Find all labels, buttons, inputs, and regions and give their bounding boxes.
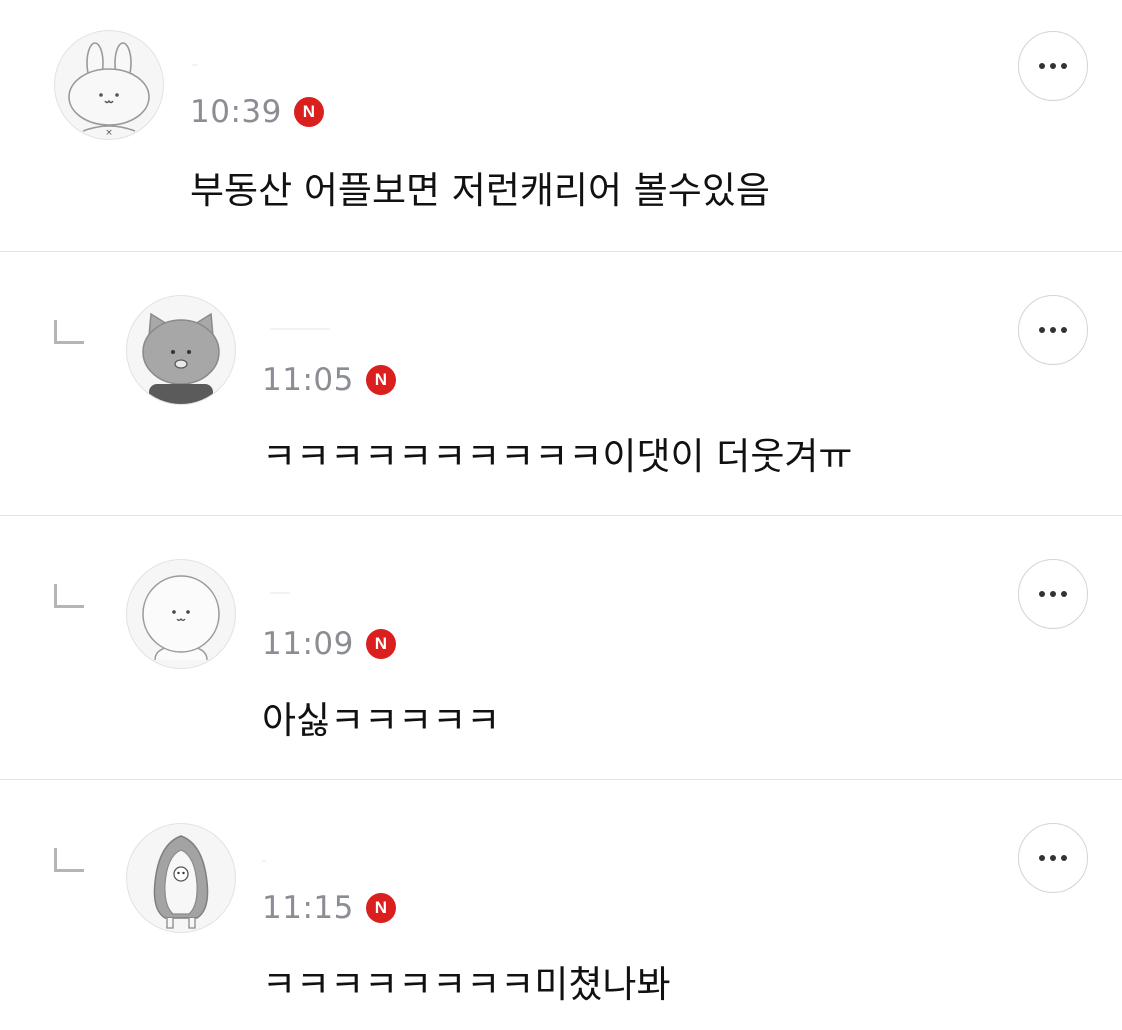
reply-arrow-icon [54,320,84,344]
comment-time: 11:15 [262,890,354,926]
comment-time: 11:09 [262,626,354,662]
nickname [262,860,266,862]
blob-avatar[interactable] [126,559,236,669]
nickname [192,64,198,66]
comment-item: 11:05 N ㅋㅋㅋㅋㅋㅋㅋㅋㅋㅋ이댓이 더웃겨ㅠ [0,252,1122,516]
comment-item: 11:09 N 아싫ㅋㅋㅋㅋㅋ [0,516,1122,780]
comment-meta: 10:39 N [190,94,324,130]
more-options-button[interactable] [1018,559,1088,629]
cat-avatar[interactable] [126,295,236,405]
comment-text: 아싫ㅋㅋㅋㅋㅋ [262,699,501,742]
comment-meta: 11:15 N [262,890,396,926]
new-badge-icon: N [293,97,324,127]
new-badge-icon: N [365,365,396,395]
more-options-button[interactable] [1018,823,1088,893]
reply-arrow-icon [54,848,84,872]
comment-time: 10:39 [190,94,282,130]
nickname [270,592,290,594]
reply-arrow-icon [54,584,84,608]
comment-meta: 11:05 N [262,362,396,398]
comment-text: ㅋㅋㅋㅋㅋㅋㅋㅋㅋㅋ이댓이 더웃겨ㅠ [262,435,853,478]
more-options-icon [1039,591,1045,597]
comment-text: 부동산 어플보면 저런캐리어 볼수있음 [190,169,770,212]
comment-time: 11:05 [262,362,354,398]
more-options-icon [1039,855,1045,861]
new-badge-icon: N [365,893,396,923]
nickname [270,328,330,330]
more-options-icon [1039,63,1045,69]
comment-meta: 11:09 N [262,626,396,662]
more-options-icon [1039,327,1045,333]
comment-list: × 10:39 N 부동산 어플보면 저런캐리어 볼수있음 11:05 N ㅋㅋ… [0,0,1122,1030]
new-badge-icon: N [365,629,396,659]
penguin-avatar[interactable] [126,823,236,933]
comment-item: × 10:39 N 부동산 어플보면 저런캐리어 볼수있음 [0,0,1122,252]
comment-text: ㅋㅋㅋㅋㅋㅋㅋㅋ미쳤나봐 [262,963,671,1006]
rabbit-avatar[interactable]: × [54,30,164,140]
comment-item: 11:15 N ㅋㅋㅋㅋㅋㅋㅋㅋ미쳤나봐 [0,780,1122,1030]
more-options-button[interactable] [1018,295,1088,365]
svg-text:×: × [105,128,113,138]
more-options-button[interactable] [1018,31,1088,101]
